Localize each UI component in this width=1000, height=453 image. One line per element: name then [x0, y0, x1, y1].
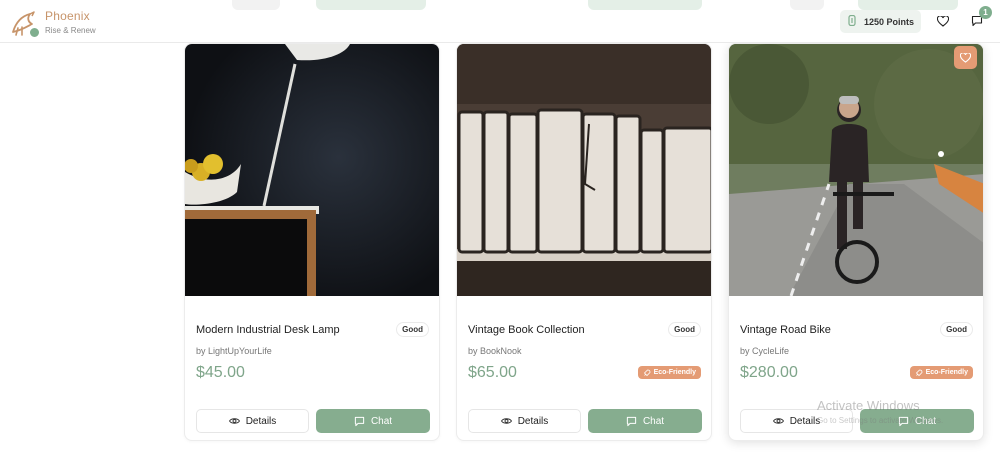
details-label: Details [517, 415, 549, 427]
brand-name: Phoenix [45, 9, 90, 23]
product-price: $45.00 [196, 364, 245, 381]
points-label: 1250 Points [864, 16, 915, 27]
nav-ghost [316, 0, 426, 10]
chat-label: Chat [642, 415, 665, 427]
phoenix-bird-icon [10, 8, 40, 38]
condition-badge: Good [396, 322, 429, 337]
heart-icon [960, 52, 971, 63]
notification-badge: 1 [979, 6, 992, 19]
favorite-button[interactable] [954, 46, 977, 69]
product-image[interactable] [185, 44, 439, 296]
eco-label: Eco-Friendly [925, 369, 968, 376]
seller-name: by BookNook [468, 346, 522, 356]
product-title[interactable]: Modern Industrial Desk Lamp [196, 324, 340, 336]
nav-ghost [232, 0, 280, 10]
message-icon [354, 416, 365, 426]
top-nav: Phoenix Rise & Renew 1250 Points 1 [0, 0, 1000, 43]
chat-button[interactable]: Chat [316, 409, 430, 433]
details-button[interactable]: Details [468, 409, 581, 433]
favorites-button[interactable] [935, 13, 951, 29]
seller-name: by CycleLife [740, 346, 790, 356]
product-card[interactable]: Vintage Road Bike Good by CycleLife $280… [728, 43, 984, 441]
activate-windows-subtitle: Go to Settings to activate Windows. [817, 416, 944, 425]
product-card[interactable]: Modern Industrial Desk Lamp Good by Ligh… [184, 43, 440, 441]
nav-ghost [858, 0, 958, 10]
product-card[interactable]: Vintage Book Collection Good by BookNook… [456, 43, 712, 441]
details-label: Details [245, 415, 277, 427]
message-icon [626, 416, 637, 426]
product-image[interactable] [457, 44, 711, 296]
details-button[interactable]: Details [196, 409, 309, 433]
coin-icon [848, 13, 856, 31]
details-label: Details [789, 415, 821, 427]
seller-name: by LightUpYourLife [196, 346, 272, 356]
chat-label: Chat [370, 415, 393, 427]
chat-button[interactable]: Chat [588, 409, 702, 433]
product-price: $280.00 [740, 364, 798, 381]
product-title[interactable]: Vintage Road Bike [740, 324, 831, 336]
rocket-icon [643, 369, 650, 376]
points-balance[interactable]: 1250 Points [840, 10, 921, 33]
eye-icon [228, 418, 240, 424]
product-image[interactable] [729, 44, 983, 296]
eco-friendly-badge: Eco-Friendly [637, 366, 701, 379]
brand-logo-link[interactable]: Phoenix Rise & Renew [10, 8, 96, 38]
nav-ghost [588, 0, 702, 10]
eye-icon [772, 418, 784, 424]
heart-icon [937, 15, 949, 27]
brand-tagline: Rise & Renew [45, 26, 96, 35]
rocket-icon [915, 369, 922, 376]
eye-icon [500, 418, 512, 424]
status-dot [29, 27, 40, 38]
eco-label: Eco-Friendly [653, 369, 696, 376]
product-price: $65.00 [468, 364, 517, 381]
marketplace-page: Phoenix Rise & Renew 1250 Points 1 Moder… [0, 0, 1000, 453]
condition-badge: Good [668, 322, 701, 337]
activate-windows-watermark: Activate Windows [817, 398, 920, 413]
nav-ghost [790, 0, 824, 10]
product-title[interactable]: Vintage Book Collection [468, 324, 585, 336]
condition-badge: Good [940, 322, 973, 337]
eco-friendly-badge: Eco-Friendly [909, 366, 973, 379]
